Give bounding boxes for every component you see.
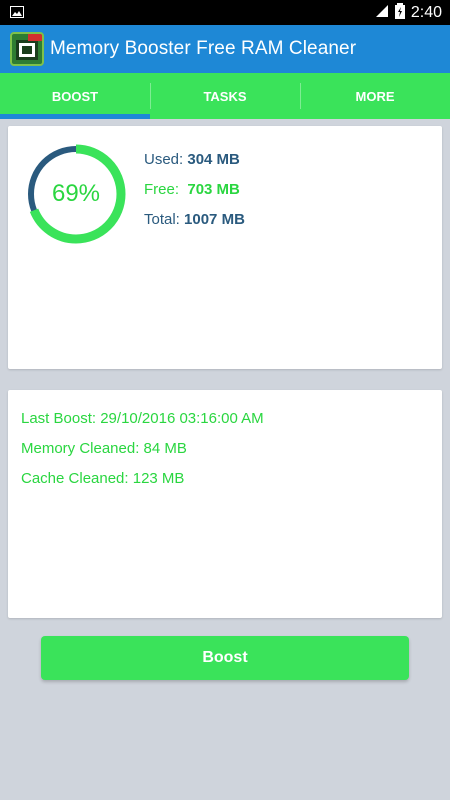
tab-boost-label: BOOST [51,88,99,104]
app-logo-icon [10,32,44,66]
free-label: Free: [144,181,180,198]
clock-text: 2:40 [410,4,442,21]
free-stat: Free: 703 MB [144,180,245,210]
battery-icon [394,2,405,24]
used-label: Used: [144,151,184,168]
tab-tasks[interactable]: TASKS [150,73,300,119]
tab-tasks-label: TASKS [203,88,247,104]
tab-selected-indicator [0,114,150,119]
signal-icon [375,4,389,23]
action-bar: Memory Booster Free RAM Cleaner [0,25,450,73]
used-stat: Used: 304 MB [144,150,245,180]
boost-info-card: Last Boost: 29/10/2016 03:16:00 AM Memor… [8,390,442,618]
total-label: Total: [144,211,180,228]
memory-usage-ring: 69% [24,142,128,246]
status-bar: 2:40 [0,0,450,25]
last-boost-text: Last Boost: 29/10/2016 03:16:00 AM [21,410,264,427]
tab-more[interactable]: MORE [300,73,450,119]
tab-bar: BOOST TASKS MORE [0,73,450,119]
free-value: 703 MB [187,181,240,198]
used-value: 304 MB [187,151,240,168]
app-title: Memory Booster Free RAM Cleaner [50,38,357,59]
tab-boost[interactable]: BOOST [0,73,150,119]
image-notification-icon [10,5,24,18]
cache-cleaned-text: Cache Cleaned: 123 MB [21,470,185,487]
memory-usage-card: 69% Used: 304 MB Free: 703 MB Total: 100… [8,126,442,369]
memory-cleaned-text: Memory Cleaned: 84 MB [21,440,187,457]
total-stat: Total: 1007 MB [144,210,245,240]
tab-more-label: MORE [355,88,395,104]
memory-stats: Used: 304 MB Free: 703 MB Total: 1007 MB [144,150,245,240]
memory-percent-label: 69% [51,180,101,207]
total-value: 1007 MB [184,211,245,228]
boost-button[interactable]: Boost [41,636,409,680]
